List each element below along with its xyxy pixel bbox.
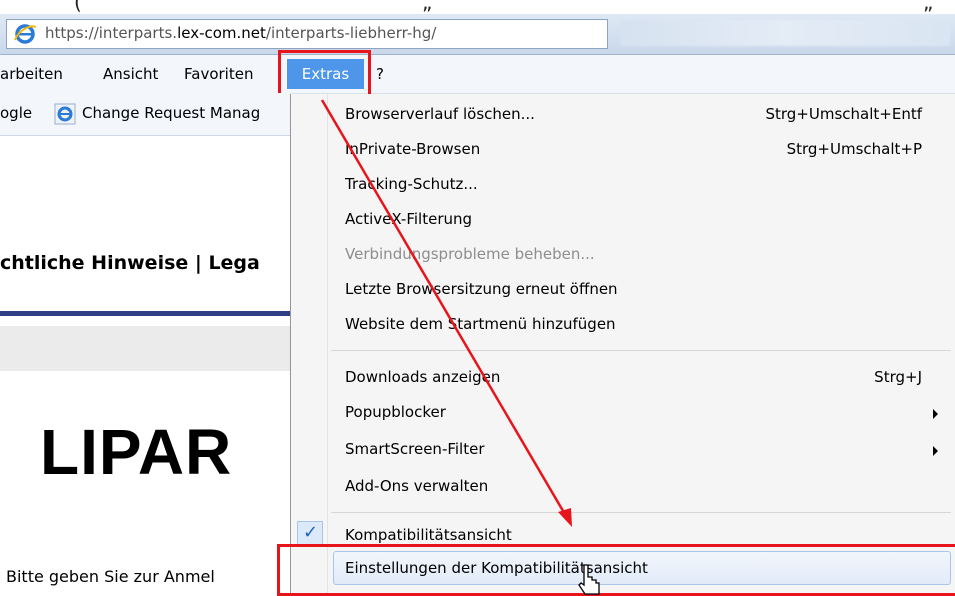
menu-item-startmenue[interactable]: Website dem Startmenü hinzufügen bbox=[291, 307, 955, 343]
blurred-toolbar-area bbox=[620, 20, 950, 46]
menu-separator bbox=[331, 350, 951, 351]
page-band bbox=[0, 326, 290, 371]
url-text: https://interparts.lex-com.net/interpart… bbox=[45, 24, 437, 42]
caption-strip: ( „ „ bbox=[0, 0, 955, 14]
address-bar: https://interparts.lex-com.net/interpart… bbox=[0, 14, 955, 55]
menu-item-browserverlauf[interactable]: Browserverlauf löschen... Strg+Umschalt+… bbox=[291, 97, 955, 133]
menu-help[interactable]: ? bbox=[376, 55, 384, 93]
page-logo: LIPAR bbox=[40, 416, 233, 488]
favorite-change-request[interactable]: Change Request Manag bbox=[82, 104, 260, 122]
extras-highlight-frame bbox=[278, 50, 371, 100]
menu-item-downloads[interactable]: Downloads anzeigen Strg+J bbox=[291, 360, 955, 396]
login-prompt: Bitte geben Sie zur Anmel bbox=[6, 567, 215, 586]
menu-bearbeiten[interactable]: arbeiten bbox=[0, 55, 63, 93]
submenu-arrow-icon bbox=[933, 446, 938, 456]
mouse-cursor-icon bbox=[578, 564, 600, 595]
submenu-arrow-icon bbox=[933, 409, 938, 419]
menu-favoriten[interactable]: Favoriten bbox=[184, 55, 253, 93]
page-divider bbox=[0, 311, 290, 316]
menu-item-activex[interactable]: ActiveX-Filterung bbox=[291, 202, 955, 238]
menu-item-smartscreen[interactable]: SmartScreen-Filter bbox=[291, 432, 955, 468]
menu-item-verbindungsprobleme: Verbindungsprobleme beheben... bbox=[345, 245, 595, 263]
ie-page-icon bbox=[54, 103, 76, 125]
favorites-bar: ogle Change Request Manag bbox=[0, 93, 290, 136]
url-field[interactable]: https://interparts.lex-com.net/interpart… bbox=[6, 19, 608, 49]
menu-item-letzte-sitzung[interactable]: Letzte Browsersitzung erneut öffnen bbox=[291, 272, 955, 308]
extras-dropdown-menu: Browserverlauf löschen... Strg+Umschalt+… bbox=[290, 94, 955, 596]
menu-item-inprivate[interactable]: InPrivate-Browsen Strg+Umschalt+P bbox=[291, 132, 955, 168]
menu-item-tracking-schutz[interactable]: Tracking-Schutz... bbox=[291, 167, 955, 203]
internet-explorer-icon bbox=[14, 24, 37, 44]
favorite-google[interactable]: ogle bbox=[0, 104, 32, 122]
menu-ansicht[interactable]: Ansicht bbox=[103, 55, 158, 93]
menu-item-popupblocker[interactable]: Popupblocker bbox=[291, 395, 955, 431]
menu-separator bbox=[331, 512, 951, 513]
menu-item-addons[interactable]: Add-Ons verwalten bbox=[291, 469, 955, 505]
menu-bar: arbeiten Ansicht Favoriten Extras ? bbox=[0, 55, 955, 94]
legal-notice-link[interactable]: chtliche Hinweise | Lega bbox=[0, 252, 260, 274]
settings-highlight-frame bbox=[277, 544, 955, 596]
